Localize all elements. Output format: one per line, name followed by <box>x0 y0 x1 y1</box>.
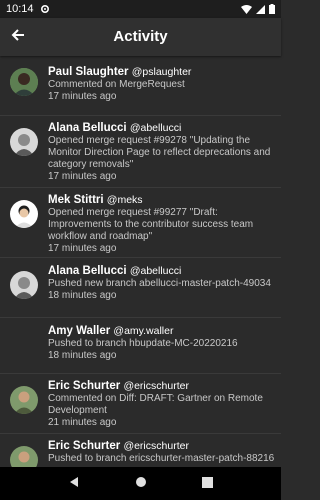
user-handle: @meks <box>106 194 143 206</box>
user-handle: @pslaughter <box>131 66 192 78</box>
avatar <box>10 271 38 299</box>
battery-icon <box>269 4 275 14</box>
activity-description: Opened merge request #99277 "Draft: Impr… <box>48 207 254 242</box>
app-bar: Activity <box>0 18 281 56</box>
activity-description: Pushed new branch abellucci-master-patch… <box>48 278 271 289</box>
activity-item[interactable]: Mek Stittri @meks Opened merge request #… <box>0 187 281 258</box>
activity-time: 18 minutes ago <box>48 350 117 361</box>
activity-time: 17 minutes ago <box>48 243 117 254</box>
activity-list: Paul Slaughter @pslaughter Commented on … <box>0 57 281 467</box>
status-bar: 10:14 <box>0 0 281 18</box>
activity-item[interactable]: Alana Bellucci @abellucci Pushed new bra… <box>0 257 281 318</box>
activity-description: Opened merge request #99278 "Updating th… <box>48 135 271 170</box>
nav-recents-button[interactable] <box>198 474 218 494</box>
activity-time: 17 minutes ago <box>48 171 117 182</box>
activity-item[interactable]: Eric Schurter @ericschurter Pushed to br… <box>0 433 281 467</box>
triangle-back-icon <box>68 475 80 493</box>
activity-time: 18 minutes ago <box>48 290 117 301</box>
user-handle: @abellucci <box>129 265 182 277</box>
back-button[interactable] <box>0 18 36 56</box>
wifi-icon <box>241 4 252 14</box>
page-title: Activity <box>113 28 168 45</box>
system-nav-bar <box>0 467 281 500</box>
avatar <box>10 446 38 467</box>
avatar <box>10 128 38 156</box>
square-recents-icon <box>202 475 213 493</box>
nav-back-button[interactable] <box>64 474 84 494</box>
user-handle: @abellucci <box>129 122 182 134</box>
activity-time: 21 minutes ago <box>48 417 117 428</box>
user-name: Amy Waller <box>48 325 111 337</box>
nav-home-button[interactable] <box>131 474 151 494</box>
avatar <box>10 386 38 414</box>
user-name: Mek Stittri <box>48 194 104 206</box>
cell-signal-icon <box>256 4 265 14</box>
user-name: Eric Schurter <box>48 440 121 452</box>
arrow-back-icon <box>11 28 25 47</box>
activity-item[interactable]: Paul Slaughter @pslaughter Commented on … <box>0 57 281 116</box>
activity-description: Commented on MergeRequest <box>48 79 185 90</box>
user-name: Alana Bellucci <box>48 265 127 277</box>
activity-description: Commented on Diff: DRAFT: Gartner on Rem… <box>48 393 263 416</box>
status-time: 10:14 <box>6 3 34 15</box>
activity-item[interactable]: Eric Schurter @ericschurter Commented on… <box>0 373 281 434</box>
user-name: Alana Bellucci <box>48 122 127 134</box>
activity-item[interactable]: Alana Bellucci @abellucci Opened merge r… <box>0 115 281 188</box>
avatar <box>10 68 38 96</box>
activity-description: Pushed to branch ericschurter-master-pat… <box>48 453 275 464</box>
activity-item[interactable]: Amy Waller @amy.waller Pushed to branch … <box>0 317 281 374</box>
user-name: Eric Schurter <box>48 380 121 392</box>
user-handle: @amy.waller <box>113 325 174 337</box>
user-name: Paul Slaughter <box>48 66 129 78</box>
user-handle: @ericschurter <box>123 380 189 392</box>
avatar <box>10 200 38 228</box>
settings-gear-icon <box>40 4 50 14</box>
circle-home-icon <box>135 475 147 493</box>
activity-time: 17 minutes ago <box>48 91 117 102</box>
user-handle: @ericschurter <box>123 440 189 452</box>
activity-description: Pushed to branch hbupdate-MC-20220216 <box>48 338 238 349</box>
